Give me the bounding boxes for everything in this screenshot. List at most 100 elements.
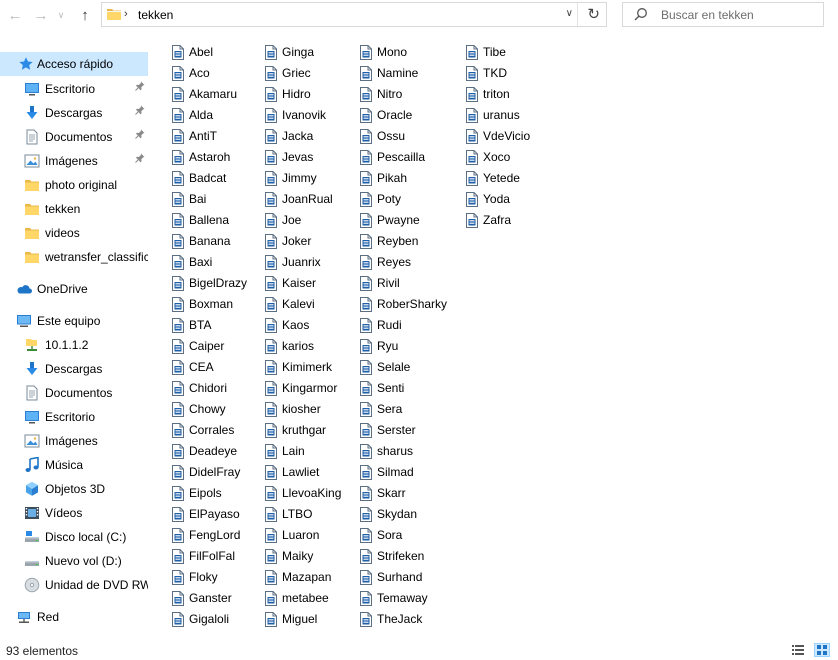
file-item[interactable]: Eipols [172,483,222,504]
file-item[interactable]: Pwayne [360,210,420,231]
file-item[interactable]: Ryu [360,336,398,357]
file-item[interactable]: metabee [265,588,329,609]
address-bar[interactable]: › tekken ∨ ↻ [101,2,607,27]
file-item[interactable]: Ossu [360,126,405,147]
nav-this-pc[interactable]: Este equipo [0,309,148,333]
file-item[interactable]: Akamaru [172,84,237,105]
file-item[interactable]: Baxi [172,252,212,273]
file-item[interactable]: Badcat [172,168,226,189]
file-item[interactable]: Yetede [466,168,520,189]
recent-locations-button[interactable]: ∨ [54,4,68,26]
file-item[interactable]: Nitro [360,84,402,105]
file-item[interactable]: Ginga [265,42,314,63]
file-item[interactable]: Rivil [360,273,400,294]
file-item[interactable]: Astaroh [172,147,230,168]
file-item[interactable]: Bai [172,189,206,210]
file-item[interactable]: Ivanovik [265,105,326,126]
nav-item-im-genes[interactable]: Imágenes [0,149,148,173]
file-item[interactable]: Temaway [360,588,428,609]
file-item[interactable]: Hidro [265,84,311,105]
file-item[interactable]: Lawliet [265,462,319,483]
search-box[interactable] [622,2,824,27]
back-button[interactable]: ← [4,4,26,26]
nav-item-wetransfer-classifica[interactable]: wetransfer_classifica [0,245,148,269]
file-item[interactable]: Joker [265,231,311,252]
file-item[interactable]: Rudi [360,315,402,336]
forward-button[interactable]: → [30,4,52,26]
refresh-icon[interactable]: ↻ [587,5,600,23]
details-view-button[interactable] [790,643,806,657]
nav-pc-item-10-1-1-2[interactable]: 10.1.1.2 [0,333,148,357]
file-item[interactable]: Kaos [265,315,309,336]
search-input[interactable] [661,6,817,23]
file-item[interactable]: Selale [360,357,410,378]
file-item[interactable]: Floky [172,567,218,588]
file-item[interactable]: Mono [360,42,407,63]
file-item[interactable]: karios [265,336,314,357]
file-item[interactable]: Boxman [172,294,233,315]
file-item[interactable]: BTA [172,315,211,336]
nav-item-documentos[interactable]: Documentos [0,125,148,149]
nav-pc-item-v-deos[interactable]: Vídeos [0,501,148,525]
nav-item-tekken[interactable]: tekken [0,197,148,221]
file-item[interactable]: FilFolFal [172,546,235,567]
nav-onedrive[interactable]: OneDrive [0,277,148,301]
nav-pc-item-im-genes[interactable]: Imágenes [0,429,148,453]
file-item[interactable]: Tibe [466,42,506,63]
nav-item-videos[interactable]: videos [0,221,148,245]
file-item[interactable]: Yoda [466,189,510,210]
nav-item-escritorio[interactable]: Escritorio [0,77,148,101]
file-item[interactable]: Skarr [360,483,406,504]
file-item[interactable]: triton [466,84,510,105]
file-item[interactable]: Sora [360,525,402,546]
file-item[interactable]: Mazapan [265,567,331,588]
file-item[interactable]: JoanRual [265,189,333,210]
file-item[interactable]: ElPayaso [172,504,240,525]
file-item[interactable]: Senti [360,378,404,399]
address-dropdown-icon[interactable]: ∨ [566,8,573,19]
file-item[interactable]: AntiT [172,126,217,147]
nav-pc-item-documentos[interactable]: Documentos [0,381,148,405]
file-item[interactable]: uranus [466,105,520,126]
file-item[interactable]: BigelDrazy [172,273,247,294]
file-item[interactable]: Luaron [265,525,319,546]
file-item[interactable]: Juanrix [265,252,321,273]
file-item[interactable]: Chidori [172,378,227,399]
file-item[interactable]: VdeVicio [466,126,530,147]
file-item[interactable]: Zafra [466,210,511,231]
file-item[interactable]: Deadeye [172,441,237,462]
file-item[interactable]: Abel [172,42,213,63]
file-item[interactable]: Silmad [360,462,414,483]
file-item[interactable]: Jacka [265,126,313,147]
file-item[interactable]: LlevoaKing [265,483,341,504]
file-item[interactable]: Xoco [466,147,510,168]
file-item[interactable]: Skydan [360,504,417,525]
nav-pc-item-disco-local-c-[interactable]: Disco local (C:) [0,525,148,549]
nav-network[interactable]: Red [0,605,148,629]
file-item[interactable]: Jimmy [265,168,317,189]
file-item[interactable]: Pescailla [360,147,425,168]
file-item[interactable]: Banana [172,231,230,252]
breadcrumb-current[interactable]: tekken [138,8,173,22]
nav-pc-item-unidad-de-dvd-rw[interactable]: Unidad de DVD RW [0,573,148,597]
file-item[interactable]: Jevas [265,147,313,168]
file-item[interactable]: Lain [265,441,305,462]
file-item[interactable]: Chowy [172,399,226,420]
nav-pc-item-objetos-3d[interactable]: Objetos 3D [0,477,148,501]
file-item[interactable]: kiosher [265,399,321,420]
file-item[interactable]: Maiky [265,546,313,567]
file-item[interactable]: Sera [360,399,402,420]
nav-pc-item-descargas[interactable]: Descargas [0,357,148,381]
file-item[interactable]: Kaiser [265,273,316,294]
file-item[interactable]: Serster [360,420,416,441]
file-item[interactable]: Kalevi [265,294,315,315]
file-item[interactable]: Namine [360,63,418,84]
file-item[interactable]: Corrales [172,420,234,441]
file-item[interactable]: Reyes [360,252,411,273]
up-button[interactable]: ↑ [74,4,96,26]
file-item[interactable]: Ballena [172,210,229,231]
file-item[interactable]: Strifeken [360,546,424,567]
file-item[interactable]: Oracle [360,105,412,126]
file-item[interactable]: FengLord [172,525,240,546]
file-item[interactable]: kruthgar [265,420,326,441]
